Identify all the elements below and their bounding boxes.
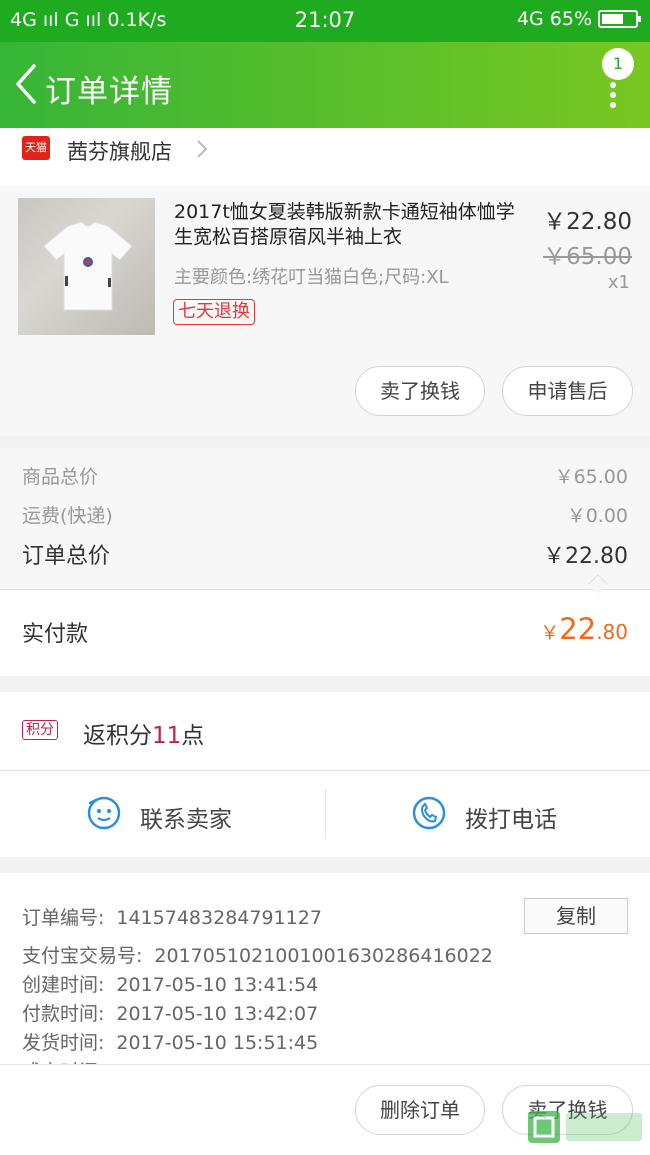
paid-label: 实付款 [22, 622, 89, 647]
product-price: ￥22.80 [543, 209, 632, 235]
order-info-row: 订单编号: 141574832847911​27 [22, 903, 322, 930]
store-row[interactable]: 天猫 茜芬旗舰店 [0, 128, 650, 186]
more-dots-icon [610, 82, 616, 88]
return-policy-badge: 七天退换 [173, 299, 255, 325]
order-info-row: 发货时间: 2017-05-10 15:51:45 [22, 1028, 318, 1055]
watermark-logo [528, 1111, 642, 1143]
apply-aftersale-button[interactable]: 申请售后 [502, 366, 633, 416]
paid-row: 实付款 ￥22.80 [0, 590, 650, 676]
price-summary: 商品总价 ￥65.00 运费(快递) ￥0.00 订单总价 ￥22.80 实付款… [0, 448, 650, 676]
order-info: 复制 订单编号: 141574832847911​27 支付宝交易号: 2017051… [0, 873, 650, 1065]
delete-order-button[interactable]: 删除订单 [355, 1085, 485, 1135]
battery-percent: 65% [549, 8, 592, 30]
divider [0, 589, 650, 590]
shipping-value: ￥0.00 [566, 505, 628, 527]
copy-button[interactable]: 复制 [524, 898, 628, 934]
paid-amount: ￥22.80 [540, 612, 628, 646]
order-info-label: 支付宝交易号: [22, 945, 143, 967]
order-info-value: 2017-05-10 13:42:07 [116, 1003, 319, 1025]
order-info-value: 141574832847911​27 [116, 907, 322, 929]
order-info-value: 2017-05-10 13:41:54 [116, 974, 319, 996]
order-info-row: 创建时间: 2017-05-10 13:41:54 [22, 970, 318, 997]
order-total-label: 订单总价 [22, 544, 111, 569]
order-total-value: ￥22.80 [543, 544, 628, 569]
nav-bar: 订单详情 1 [0, 42, 650, 128]
tshirt-image [43, 221, 133, 311]
quantity: x1 [607, 272, 630, 293]
product-thumbnail[interactable] [18, 198, 155, 335]
chevron-right-icon [197, 140, 208, 158]
tmall-logo: 天猫 [22, 136, 50, 160]
order-info-row: 付款时间: 2017-05-10 13:42:07 [22, 999, 318, 1026]
chat-face-icon [87, 796, 121, 830]
shipping-label: 运费(快递) [22, 505, 113, 527]
call-phone-label: 拨打电话 [465, 807, 557, 833]
product-item: 2017t恤女夏装韩版新款卡通短袖体恤学生宽松百搭原宿风半袖上衣 主要颜色:绣花… [0, 186, 650, 436]
points-amount: 11 [152, 723, 182, 749]
order-info-label: 发货时间: [22, 1032, 105, 1054]
order-info-label: 付款时间: [22, 1003, 105, 1025]
status-bar: 4G ııl G ııl 0.1K/s 21:07 4G 65% [0, 0, 650, 42]
store-name: 茜芬旗舰店 [67, 140, 172, 164]
points-badge: 积分 [22, 720, 58, 740]
network-indicator: 4G [516, 8, 544, 30]
contact-seller-button[interactable]: 联系卖家 [0, 771, 325, 858]
contact-seller-label: 联系卖家 [140, 807, 232, 833]
battery-icon [598, 10, 641, 28]
more-menu-button[interactable] [606, 82, 620, 110]
original-price: ￥65.00 [543, 244, 632, 270]
order-total-row: 订单总价 ￥22.80 [22, 538, 628, 570]
goods-total-label: 商品总价 [22, 466, 99, 488]
page-title: 订单详情 [45, 74, 173, 110]
notification-badge: 1 [602, 48, 634, 80]
status-right: 4G 65% [516, 8, 641, 30]
order-info-value: 2017-05-10 15:51:45 [116, 1032, 319, 1054]
bottom-action-bar: 删除订单 卖了换钱 [0, 1064, 650, 1155]
points-text: 返积分11点 [83, 723, 205, 749]
call-phone-button[interactable]: 拨打电话 [325, 771, 650, 858]
order-info-row: 支付宝交易号: 2017051021001001630286416022 [22, 941, 493, 968]
order-info-value: 2017051021001001630286416022 [154, 945, 493, 967]
phone-icon [412, 796, 446, 830]
back-arrow-icon [16, 64, 36, 104]
contact-actions: 联系卖家 拨打电话 [0, 770, 650, 857]
points-row: 积分 返积分11点 [0, 692, 650, 770]
product-spec: 主要颜色:绣花叮当猫白色;尺码:XL [174, 267, 449, 288]
order-info-label: 创建时间: [22, 974, 105, 996]
shipping-row: 运费(快递) ￥0.00 [22, 501, 628, 528]
product-title[interactable]: 2017t恤女夏装韩版新款卡通短袖体恤学生宽松百搭原宿风半袖上衣 [174, 200, 519, 250]
sell-for-cash-button[interactable]: 卖了换钱 [355, 366, 485, 416]
back-button[interactable] [12, 62, 42, 106]
goods-total-row: 商品总价 ￥65.00 [22, 462, 628, 489]
order-info-label: 订单编号: [22, 907, 105, 929]
goods-total-value: ￥65.00 [554, 466, 628, 488]
